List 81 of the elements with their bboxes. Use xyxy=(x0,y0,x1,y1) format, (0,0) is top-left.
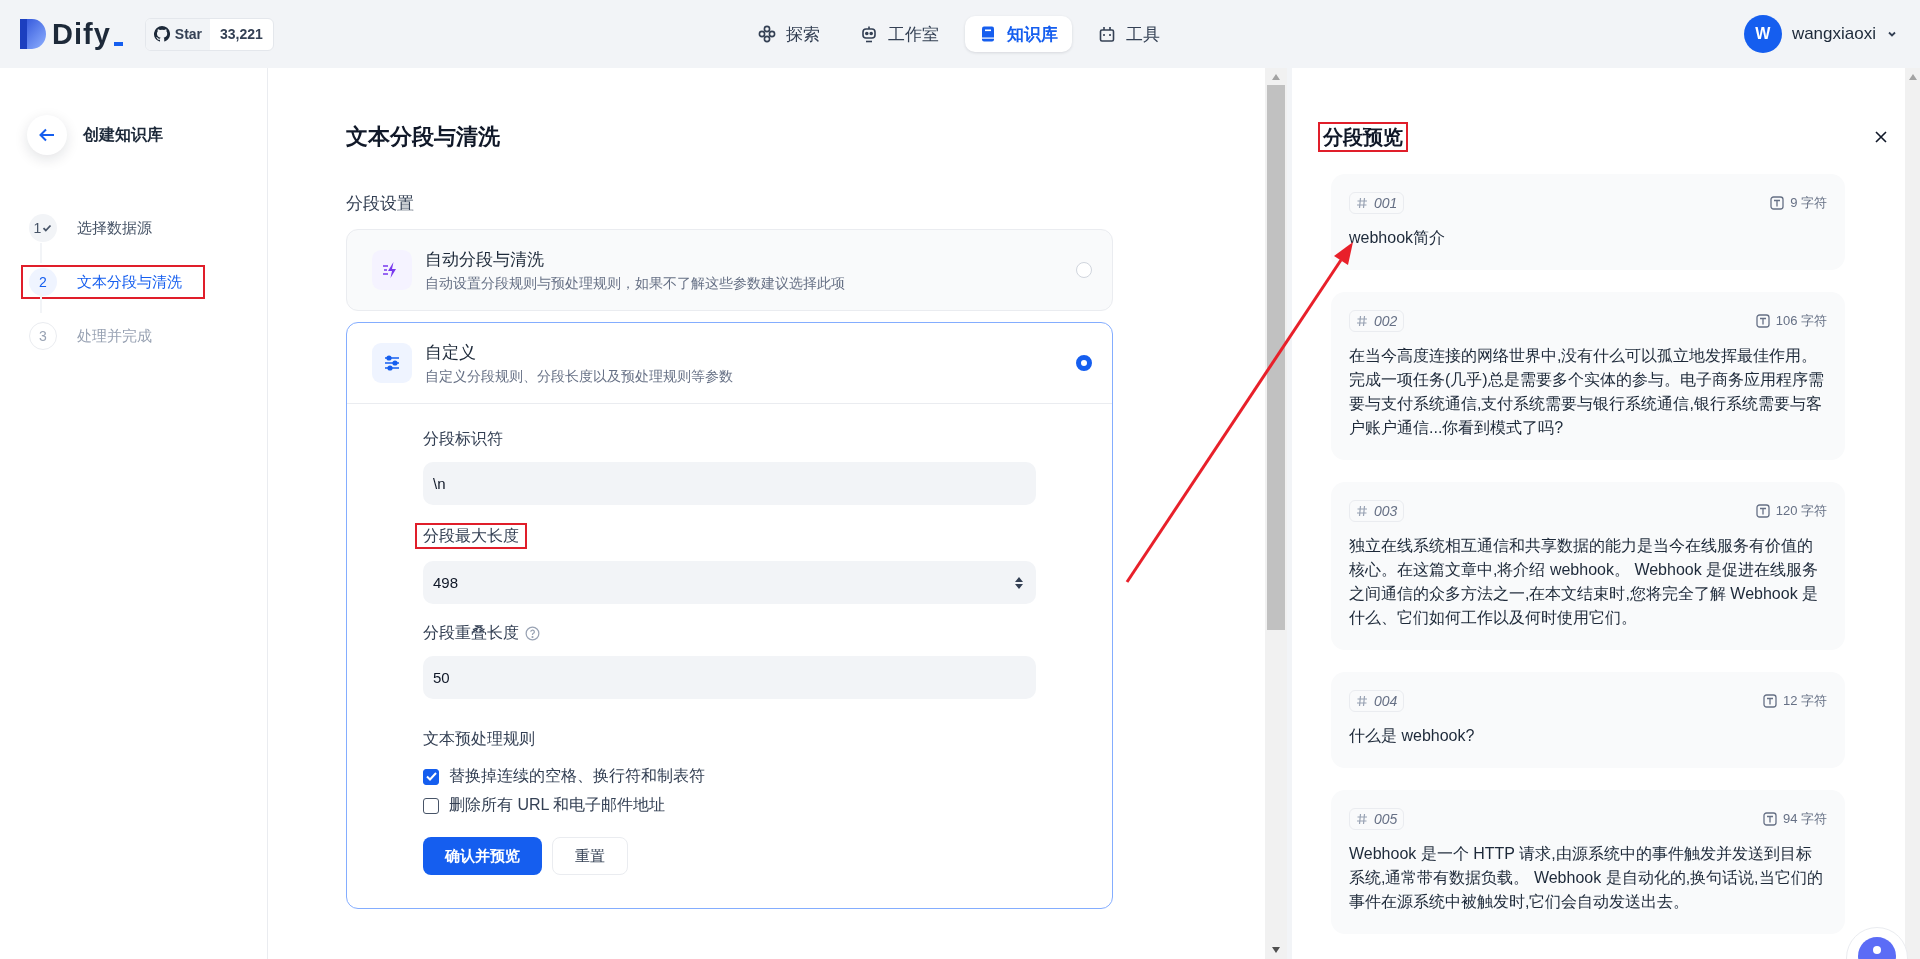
character-count: 9 字符 xyxy=(1790,194,1827,212)
user-name[interactable]: wangxiaoxi xyxy=(1791,24,1876,44)
checkbox-label[interactable]: 删除所有 URL 和电子邮件地址 xyxy=(449,795,666,816)
character-count: 94 字符 xyxy=(1782,810,1827,828)
close-icon[interactable] xyxy=(1875,131,1887,143)
reset-button[interactable]: 重置 xyxy=(552,837,628,875)
chunk-tag: 002 xyxy=(1349,310,1405,332)
character-count: 106 字符 xyxy=(1775,312,1827,330)
back-arrow-icon xyxy=(39,128,55,142)
checkbox-label[interactable]: 替换掉连续的空格、换行符和制表符 xyxy=(449,766,705,787)
preview-title: 分段预览 xyxy=(1318,122,1408,152)
chunk-text: 什么是 webhook? xyxy=(1349,726,1476,746)
checkbox[interactable] xyxy=(423,797,439,814)
checkbox[interactable] xyxy=(423,768,439,785)
nav-tab[interactable]: 知识库 xyxy=(965,16,1072,52)
chunk-text: Webhook 是一个 HTTP 请求,由源系统中的事件触发并发送到目标系统,通常带有数据负载。 Webhook 是自动化的,换句话说,当它们的事件在源系统中被触发时,它们会自动发送出去。 xyxy=(1349,844,1824,912)
user-avatar[interactable]: W xyxy=(1743,15,1782,53)
field-label: 分段标识符 xyxy=(423,428,503,449)
github-star-badge[interactable]: Star 33,221 xyxy=(144,17,274,51)
hash-icon xyxy=(1356,197,1368,209)
text-icon xyxy=(1762,694,1777,708)
check-icon xyxy=(42,223,53,233)
section-label: 分段设置 xyxy=(346,193,415,215)
step-label[interactable]: 文本分段与清洗 xyxy=(77,272,182,292)
radio-button[interactable] xyxy=(1076,355,1092,371)
step-number: 2 xyxy=(29,268,57,296)
back-button[interactable] xyxy=(27,115,67,155)
spinner-icon[interactable] xyxy=(1014,575,1024,590)
text-icon xyxy=(1755,504,1770,518)
scrollbar[interactable] xyxy=(1265,68,1287,959)
hash-icon xyxy=(1356,813,1368,825)
github-icon xyxy=(153,26,170,42)
book-icon xyxy=(979,25,997,43)
logo-text: Dify xyxy=(52,17,123,51)
logo-icon xyxy=(20,19,46,49)
nav-tab[interactable]: 工具 xyxy=(1084,16,1174,52)
option-card[interactable]: 自动分段与清洗 自动设置分段规则与预处理规则，如果不了解这些参数建议选择此项 xyxy=(346,229,1113,311)
step-label: 处理并完成 xyxy=(77,326,152,346)
text-icon xyxy=(1755,314,1770,328)
input-field[interactable]: 50 xyxy=(423,656,1036,699)
field-label: 分段重叠长度 xyxy=(423,622,519,643)
chunk-text: webhook简介 xyxy=(1349,228,1447,248)
chunk-tag: 001 xyxy=(1349,192,1405,214)
hash-icon xyxy=(1356,505,1368,517)
step-label[interactable]: 选择数据源 xyxy=(77,218,152,238)
hash-icon xyxy=(1356,695,1368,707)
hash-icon xyxy=(1356,315,1368,327)
option-card[interactable]: 自定义 自定义分段规则、分段长度以及预处理规则等参数 分段标识符 \n 分段最大长度 498 分段重叠长度 50 文本预处理规则 替换掉连续的空格、换行符和制表符 删除所有 URL 和电子邮件地址 确认并预览 重置 xyxy=(346,322,1113,909)
chunk-tag: 003 xyxy=(1349,500,1405,522)
chunk-tag: 005 xyxy=(1349,808,1405,830)
page-title: 创建知识库 xyxy=(83,124,163,145)
nav-tab[interactable]: 探索 xyxy=(744,16,834,52)
input-field[interactable]: \n xyxy=(423,462,1036,505)
nav-tab[interactable]: 工作室 xyxy=(846,16,953,52)
scroll-down-icon[interactable] xyxy=(1271,946,1281,954)
confirm-button[interactable]: 确认并预览 xyxy=(423,837,542,875)
option-description: 自动设置分段规则与预处理规则，如果不了解这些参数建议选择此项 xyxy=(425,274,846,293)
option-description: 自定义分段规则、分段长度以及预处理规则等参数 xyxy=(425,367,734,386)
character-count: 120 字符 xyxy=(1775,502,1827,520)
sliders-icon xyxy=(382,353,402,373)
help-icon[interactable] xyxy=(525,625,540,641)
star-label: Star xyxy=(174,26,203,42)
robot-icon xyxy=(860,25,878,43)
section-label: 文本预处理规则 xyxy=(423,729,536,749)
chunk-text: 独立在线系统相互通信和共享数据的能力是当今在线服务有价值的核心。在这篇文章中,将介绍 webhook。 Webhook 是促进在线服务之间通信的众多方法之一,在本文结束时,您将完全了解 Webhook 是什么、它们如何工作以及何时使用它们。 xyxy=(1349,536,1820,628)
text-icon xyxy=(1762,812,1777,826)
toolbox-icon xyxy=(1098,25,1116,43)
step-number: 1 xyxy=(29,214,57,242)
option-title: 自动分段与清洗 xyxy=(425,248,545,271)
number-field[interactable]: 498 xyxy=(423,561,1036,604)
option-title: 自定义 xyxy=(425,341,477,364)
step-number: 3 xyxy=(29,322,57,350)
explore-icon xyxy=(758,25,776,43)
chunk-text: 在当今高度连接的网络世界中,没有什么可以孤立地发挥最佳作用。完成一项任务(几乎)总是需要多个实体的参与。电子商务应用程序需要与支付系统通信,支付系统需要与银行系统通信,银行系统需要与客户账户通信...你看到模式了吗? xyxy=(1349,346,1825,438)
scrollbar[interactable] xyxy=(1905,68,1920,959)
section-title: 文本分段与清洗 xyxy=(346,124,501,150)
chunk-tag: 004 xyxy=(1349,690,1405,712)
star-count: 33,221 xyxy=(219,26,264,42)
field-label: 分段最大长度 xyxy=(415,523,527,549)
text-icon xyxy=(1770,196,1785,210)
character-count: 12 字符 xyxy=(1782,692,1827,710)
